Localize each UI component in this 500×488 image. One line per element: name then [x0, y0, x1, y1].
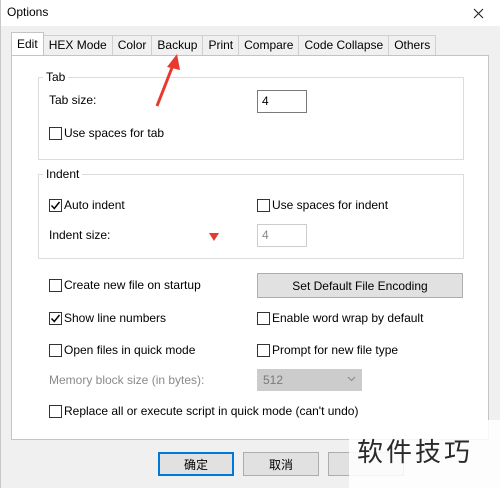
checkmark-icon [50, 314, 61, 323]
tab-edit[interactable]: Edit [11, 32, 44, 55]
ok-button[interactable]: 确定 [158, 452, 234, 476]
tab-print[interactable]: Print [202, 35, 240, 55]
auto-indent-checkbox[interactable] [49, 199, 62, 212]
indent-group: Indent [38, 167, 464, 259]
indent-size-input[interactable]: 4 [257, 224, 307, 247]
red-triangle-annotation-icon [209, 233, 219, 241]
set-default-file-encoding-button[interactable]: Set Default File Encoding [257, 273, 463, 298]
use-spaces-for-tab-label: Use spaces for tab [64, 126, 165, 140]
close-button[interactable] [455, 0, 500, 26]
tab-size-input[interactable]: 4 [257, 90, 307, 113]
close-icon [473, 8, 483, 18]
watermark-text: 软件技巧 [357, 438, 474, 468]
prompt-file-type-checkbox[interactable] [257, 344, 270, 357]
show-line-numbers-checkbox[interactable] [49, 312, 62, 325]
tab-code-collapse[interactable]: Code Collapse [298, 35, 390, 55]
memory-block-label: Memory block size (in bytes): [49, 373, 205, 387]
tab-group: Tab [38, 70, 464, 160]
tab-strip: Edit HEX Mode Color Backup Print Compare… [11, 32, 437, 55]
tab-others[interactable]: Others [388, 35, 437, 55]
red-arrow-annotation-icon [155, 54, 180, 107]
chevron-down-icon [347, 376, 356, 382]
title-bar: Options [1, 0, 500, 26]
prompt-file-type-label: Prompt for new file type [272, 343, 399, 357]
open-quick-mode-label: Open files in quick mode [64, 343, 196, 357]
use-spaces-for-tab-checkbox[interactable] [49, 127, 62, 140]
auto-indent-label: Auto indent [64, 198, 125, 212]
checkmark-icon [50, 201, 61, 210]
create-new-file-checkbox[interactable] [49, 279, 62, 292]
tab-hex-mode[interactable]: HEX Mode [42, 35, 113, 55]
tab-group-legend: Tab [46, 70, 66, 84]
indent-size-label: Indent size: [49, 228, 111, 242]
show-line-numbers-label: Show line numbers [64, 311, 167, 325]
create-new-file-label: Create new file on startup [64, 278, 201, 292]
replace-all-checkbox[interactable] [49, 405, 62, 418]
window-title: Options [7, 5, 49, 19]
tab-size-label: Tab size: [49, 93, 97, 107]
memory-block-select[interactable]: 512 [257, 369, 362, 391]
use-spaces-for-indent-checkbox[interactable] [257, 199, 270, 212]
replace-all-label: Replace all or execute script in quick m… [64, 404, 359, 418]
tab-compare[interactable]: Compare [238, 35, 300, 55]
use-spaces-for-indent-label: Use spaces for indent [272, 198, 389, 212]
word-wrap-checkbox[interactable] [257, 312, 270, 325]
cancel-button[interactable]: 取消 [243, 452, 319, 476]
options-dialog: Options Edit HEX Mode Color Backup Print… [0, 0, 500, 488]
indent-group-legend: Indent [46, 167, 80, 181]
edit-tab-panel: Tab Tab size: 4 Use spaces for tab Inden… [11, 55, 489, 440]
word-wrap-label: Enable word wrap by default [272, 311, 424, 325]
memory-block-value: 512 [263, 373, 284, 387]
open-quick-mode-checkbox[interactable] [49, 344, 62, 357]
